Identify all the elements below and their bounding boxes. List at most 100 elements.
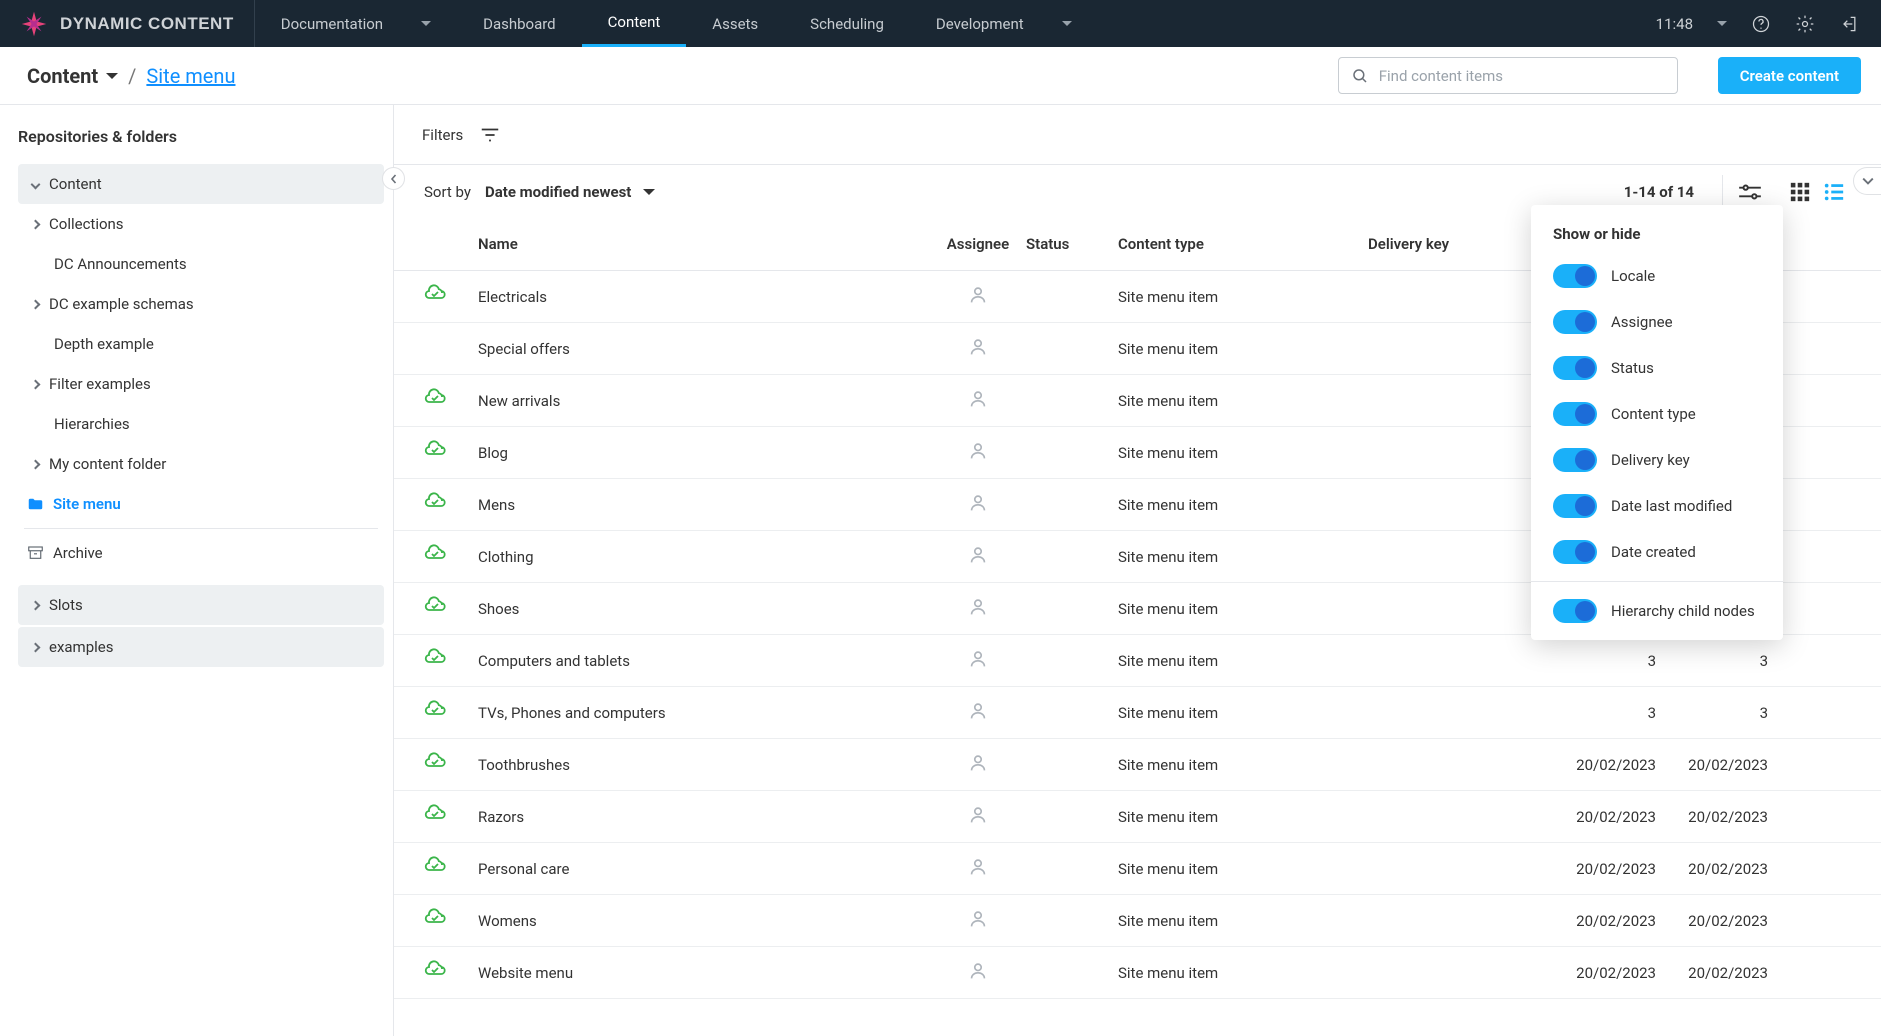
sidebar-item[interactable]: DC example schemas: [18, 284, 384, 324]
breadcrumb-leaf[interactable]: Site menu: [146, 64, 235, 88]
person-icon: [967, 388, 989, 410]
cell-date-modified: 20/02/2023: [1544, 912, 1656, 930]
clock-text: 11:48: [1656, 15, 1697, 33]
breadcrumb-separator: /: [128, 64, 136, 88]
main-nav-items: Documentation Dashboard Content Assets S…: [255, 0, 1098, 47]
tree-site-menu[interactable]: Site menu: [18, 484, 384, 524]
columns-popover: Show or hide LocaleAssigneeStatusContent…: [1531, 205, 1783, 640]
toggle-switch[interactable]: [1553, 402, 1597, 426]
brand-area: DYNAMIC CONTENT: [0, 0, 255, 47]
nav-scheduling[interactable]: Scheduling: [784, 0, 910, 47]
nav-dashboard[interactable]: Dashboard: [457, 0, 582, 47]
tree-group-examples[interactable]: examples: [18, 627, 384, 667]
breadcrumb-root[interactable]: Content: [27, 64, 118, 88]
chevron-right-icon: [31, 379, 41, 389]
help-icon[interactable]: [1751, 14, 1771, 34]
sidebar-item[interactable]: Hierarchies: [18, 404, 384, 444]
th-delivery-key[interactable]: Delivery key: [1368, 235, 1544, 253]
nav-development[interactable]: Development: [910, 0, 1098, 47]
table-row[interactable]: Website menu Site menu item 20/02/2023 2…: [394, 947, 1881, 999]
toggle-switch[interactable]: [1553, 494, 1597, 518]
search-box[interactable]: [1338, 57, 1678, 94]
vertical-divider: [1722, 175, 1723, 209]
table-row[interactable]: Computers and tablets Site menu item 3 3: [394, 635, 1881, 687]
breadcrumb-root-label: Content: [27, 64, 98, 88]
table-row[interactable]: Toothbrushes Site menu item 20/02/2023 2…: [394, 739, 1881, 791]
nav-assets[interactable]: Assets: [686, 0, 784, 47]
sidebar-collapse-handle[interactable]: [382, 167, 405, 190]
th-status[interactable]: Status: [1026, 235, 1118, 253]
cell-date-created: 20/02/2023: [1656, 912, 1768, 930]
toggle-switch[interactable]: [1553, 540, 1597, 564]
settings-icon[interactable]: [1795, 14, 1815, 34]
sidebar-item[interactable]: Depth example: [18, 324, 384, 364]
popover-option[interactable]: Date created: [1531, 529, 1783, 575]
filter-icon[interactable]: [479, 124, 501, 146]
sidebar: Repositories & folders Content Collectio…: [0, 105, 394, 1036]
cell-content-type: Site menu item: [1118, 704, 1368, 722]
tree-label: Site menu: [53, 495, 121, 513]
logout-icon[interactable]: [1839, 14, 1859, 34]
popover-option[interactable]: Delivery key: [1531, 437, 1783, 483]
tree-label: Depth example: [54, 335, 154, 353]
grid-view-button[interactable]: [1783, 175, 1817, 209]
sidebar-item[interactable]: DC Announcements: [18, 244, 384, 284]
tree-archive[interactable]: Archive: [18, 533, 384, 573]
cell-content-type: Site menu item: [1118, 496, 1368, 514]
nav-documentation[interactable]: Documentation: [255, 0, 457, 47]
th-assignee[interactable]: Assignee: [930, 235, 1026, 253]
cell-content-type: Site menu item: [1118, 548, 1368, 566]
cell-assignee: [930, 336, 1026, 362]
nav-label: Development: [936, 15, 1024, 33]
table-row[interactable]: Personal care Site menu item 20/02/2023 …: [394, 843, 1881, 895]
toggle-switch[interactable]: [1553, 448, 1597, 472]
caret-down-icon: [421, 21, 431, 26]
cell-name: Website menu: [478, 964, 930, 982]
nav-content[interactable]: Content: [582, 0, 687, 47]
person-icon: [967, 856, 989, 878]
table-row[interactable]: Womens Site menu item 20/02/2023 20/02/2…: [394, 895, 1881, 947]
nav-label: Assets: [712, 15, 758, 33]
popover-option-label: Content type: [1611, 405, 1696, 423]
toggle-switch[interactable]: [1553, 264, 1597, 288]
popover-option[interactable]: Hierarchy child nodes: [1531, 588, 1783, 634]
popover-option-label: Locale: [1611, 267, 1655, 285]
tree-group-slots[interactable]: Slots: [18, 585, 384, 625]
sidebar-item[interactable]: Collections: [18, 204, 384, 244]
sidebar-item[interactable]: Filter examples: [18, 364, 384, 404]
cell-content-type: Site menu item: [1118, 288, 1368, 306]
list-view-button[interactable]: [1817, 175, 1851, 209]
create-content-button[interactable]: Create content: [1718, 57, 1861, 94]
expand-pane-handle[interactable]: [1853, 167, 1881, 195]
table-row[interactable]: Razors Site menu item 20/02/2023 20/02/2…: [394, 791, 1881, 843]
chevron-left-icon: [389, 174, 399, 184]
sidebar-item[interactable]: My content folder: [18, 444, 384, 484]
cell-assignee: [930, 804, 1026, 830]
table-row[interactable]: TVs, Phones and computers Site menu item…: [394, 687, 1881, 739]
popover-option[interactable]: Assignee: [1531, 299, 1783, 345]
popover-option[interactable]: Date last modified: [1531, 483, 1783, 529]
chevron-right-icon: [31, 299, 41, 309]
popover-option[interactable]: Content type: [1531, 391, 1783, 437]
cell-content-type: Site menu item: [1118, 964, 1368, 982]
cloud-published-icon: [424, 543, 448, 567]
sort-choice[interactable]: Date modified newest: [485, 183, 655, 201]
popover-option[interactable]: Locale: [1531, 253, 1783, 299]
cell-date-created: 20/02/2023: [1656, 808, 1768, 826]
cell-assignee: [930, 960, 1026, 986]
clock-selector[interactable]: 11:48: [1656, 15, 1727, 33]
column-settings-button[interactable]: [1733, 175, 1767, 209]
top-nav: DYNAMIC CONTENT Documentation Dashboard …: [0, 0, 1881, 47]
search-input[interactable]: [1379, 67, 1665, 85]
popover-option[interactable]: Status: [1531, 345, 1783, 391]
cloud-published-icon: [424, 803, 448, 827]
th-name[interactable]: Name: [478, 235, 930, 253]
cell-assignee: [930, 388, 1026, 414]
cell-name: Mens: [478, 496, 930, 514]
cell-assignee: [930, 492, 1026, 518]
toggle-switch[interactable]: [1553, 599, 1597, 623]
toggle-switch[interactable]: [1553, 356, 1597, 380]
tree-root-content[interactable]: Content: [18, 164, 384, 204]
toggle-switch[interactable]: [1553, 310, 1597, 334]
th-content-type[interactable]: Content type: [1118, 235, 1368, 253]
